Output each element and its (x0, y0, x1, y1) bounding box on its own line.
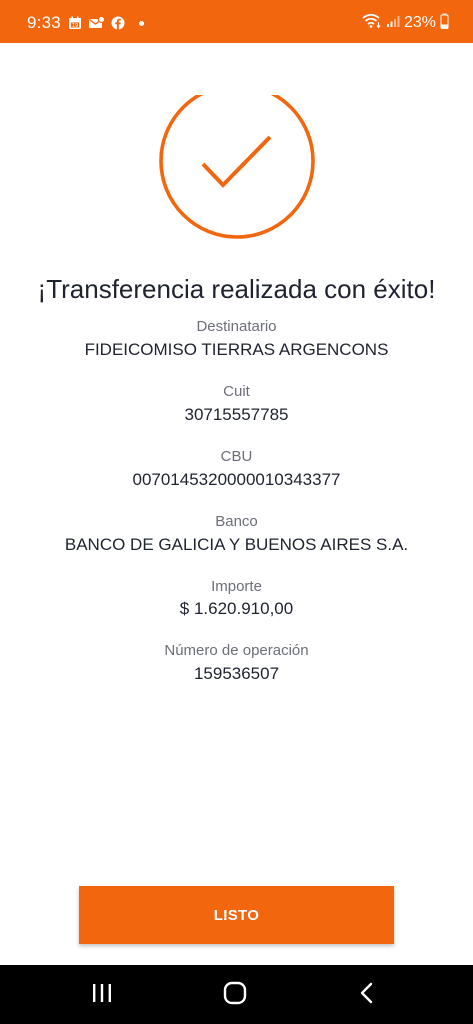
battery-icon (440, 13, 449, 34)
operation-number-value: 159536507 (193, 664, 280, 683)
status-notification-icons: 19 (68, 15, 144, 31)
notification-dot-icon (139, 20, 144, 26)
operation-number-label: Número de operación (164, 642, 309, 659)
mail-icon (88, 16, 105, 30)
recipient-value: FIDEICOMISO TIERRAS ARGENCONS (84, 340, 389, 359)
svg-text:19: 19 (72, 23, 78, 29)
navigation-bar (0, 965, 473, 1024)
recent-apps-button[interactable] (82, 979, 122, 1011)
done-button[interactable]: LISTO (79, 886, 394, 944)
cbu-label: CBU (220, 448, 253, 465)
status-time: 9:33 (27, 13, 61, 32)
home-button[interactable] (215, 979, 255, 1011)
status-system-icons: 23% (362, 13, 449, 33)
battery-percentage: 23% (403, 14, 436, 31)
wifi-icon (362, 13, 382, 34)
signal-icon (386, 14, 400, 33)
home-icon (223, 981, 247, 1010)
bank-value: BANCO DE GALICIA Y BUENOS AIRES S.A. (64, 535, 409, 554)
calendar-icon: 19 (68, 16, 82, 30)
amount-value: $ 1.620.910,00 (179, 599, 294, 618)
cuit-label: Cuit (223, 383, 250, 400)
success-title: ¡Transferencia realizada con éxito! (37, 274, 436, 304)
facebook-icon (111, 16, 125, 30)
back-icon (359, 982, 375, 1009)
recent-apps-icon (91, 983, 113, 1008)
amount-label: Importe (211, 578, 262, 595)
recipient-label: Destinatario (196, 318, 277, 335)
back-button[interactable] (347, 979, 387, 1011)
cuit-value: 30715557785 (184, 405, 289, 424)
checkmark-circle-icon (158, 83, 316, 241)
bank-label: Banco (215, 513, 258, 530)
status-bar: 9:33 19 23% (0, 0, 473, 43)
cbu-value: 0070145320000010343377 (132, 470, 341, 489)
